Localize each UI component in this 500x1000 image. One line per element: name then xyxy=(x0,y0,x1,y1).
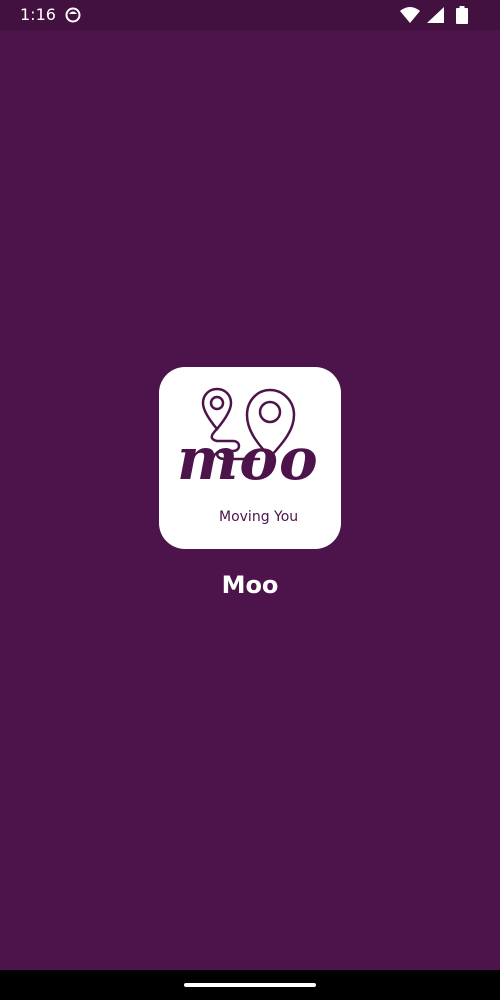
map-pin-small-icon xyxy=(201,387,233,431)
status-bar: 1:16 xyxy=(0,0,500,30)
wifi-icon xyxy=(400,7,420,23)
app-name: Moo xyxy=(221,571,279,599)
status-time: 1:16 xyxy=(20,5,56,24)
logo-wordmark: moo xyxy=(177,425,319,493)
signal-icon xyxy=(427,7,444,23)
logo-tagline: Moving You xyxy=(219,509,299,525)
app-notification-icon xyxy=(65,7,81,23)
navigation-bar xyxy=(0,970,500,1000)
splash-screen: 1:16 moo Moving You Moo xyxy=(0,0,500,1000)
home-gesture-handle[interactable] xyxy=(184,983,316,987)
app-logo: moo Moving You xyxy=(159,367,341,549)
battery-icon xyxy=(456,6,468,24)
